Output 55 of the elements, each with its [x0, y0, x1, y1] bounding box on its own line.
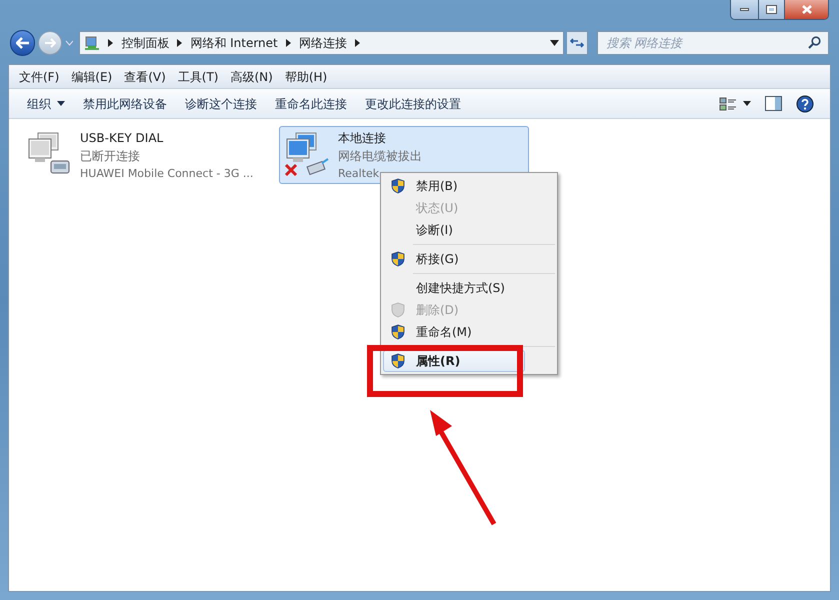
chevron-icon[interactable] [108, 39, 114, 47]
help-icon[interactable] [796, 94, 814, 112]
menu-item[interactable]: 高级(N) [224, 68, 279, 86]
connection-item[interactable]: USB-KEY DIAL 已断开连接 HUAWEI Mobile Connect - 3G ... [21, 126, 271, 184]
search-icon [808, 36, 821, 49]
close-icon [802, 5, 812, 14]
context-menu-item[interactable]: 诊断(I) [383, 219, 555, 241]
context-menu-item[interactable]: 属性(R) [383, 350, 525, 372]
maximize-button[interactable] [758, 0, 784, 19]
preview-pane-icon [765, 96, 782, 111]
chevron-icon[interactable] [286, 39, 291, 47]
context-menu-item[interactable]: 桥接(G) [383, 248, 525, 270]
breadcrumb-item[interactable]: 网络和 Internet [190, 34, 278, 52]
close-button[interactable] [784, 0, 828, 19]
network-folder-icon [84, 35, 100, 51]
shield-icon [391, 251, 405, 267]
connection-name: 本地连接 [338, 130, 387, 147]
view-icon [719, 96, 737, 110]
view-options-button[interactable] [719, 96, 751, 110]
refresh-button[interactable] [567, 31, 588, 55]
toolbar-button[interactable]: 重命名此连接 [267, 94, 355, 112]
dropdown-icon[interactable] [550, 40, 560, 46]
shield-icon [391, 353, 405, 369]
toolbar-button[interactable]: 更改此连接的设置 [357, 94, 469, 112]
shield-icon [391, 178, 405, 194]
toolbar-button[interactable]: 组织 [19, 94, 73, 112]
menu-item[interactable]: 帮助(H) [278, 68, 334, 86]
back-button[interactable] [10, 30, 36, 56]
toolbar-button[interactable]: 诊断这个连接 [177, 94, 265, 112]
menu-item[interactable]: 工具(T) [172, 68, 224, 86]
connection-status: 网络电缆被拔出 [338, 148, 422, 165]
search-field[interactable]: 搜索 网络连接 [597, 31, 829, 55]
shield-icon [391, 302, 405, 318]
device-name: HUAWEI Mobile Connect - 3G ... [80, 166, 254, 182]
back-arrow-icon [16, 37, 30, 49]
preview-pane-button[interactable] [765, 96, 782, 111]
refresh-icon [570, 37, 584, 49]
chevron-icon[interactable] [177, 39, 182, 47]
address-bar[interactable]: 控制面板 网络和 Internet 网络连接 [79, 31, 564, 55]
minimize-button[interactable] [731, 0, 758, 19]
menu-item[interactable]: 编辑(E) [65, 68, 118, 86]
forward-arrow-icon [44, 38, 56, 48]
menu-item[interactable]: 查看(V) [118, 68, 172, 86]
device-name: Realtek [338, 166, 380, 182]
breadcrumb-item[interactable]: 网络连接 [298, 34, 347, 52]
context-menu-item[interactable]: 重命名(M) [383, 321, 525, 343]
toolbar-button[interactable]: 禁用此网络设备 [75, 94, 175, 112]
dropdown-icon [743, 101, 751, 106]
shield-icon [391, 324, 405, 340]
chevron-icon[interactable] [354, 39, 360, 47]
connection-name: USB-KEY DIAL [80, 130, 164, 147]
connection-status: 已断开连接 [80, 148, 141, 165]
menu-item[interactable]: 文件(F) [13, 68, 66, 86]
breadcrumb-item[interactable]: 控制面板 [121, 34, 170, 52]
context-menu-item[interactable]: 创建快捷方式(S) [383, 277, 525, 299]
